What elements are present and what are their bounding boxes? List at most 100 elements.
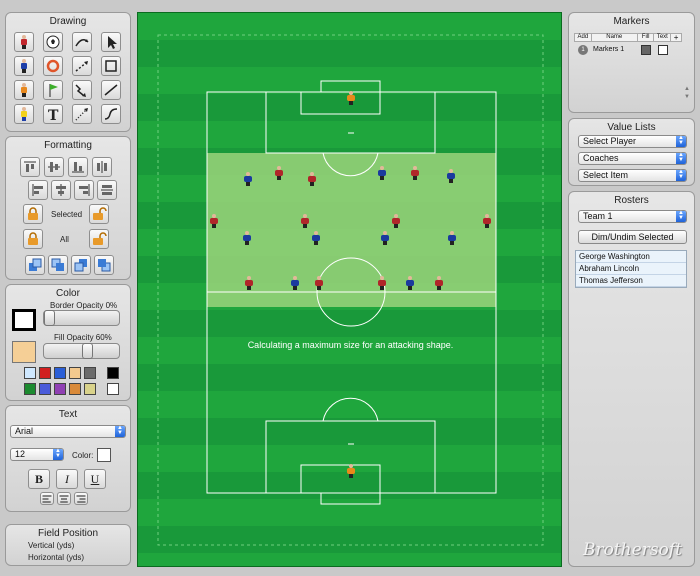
select-player-dropdown[interactable]: Select Player ▲ ▼ [578,135,687,148]
player-marker[interactable] [483,214,491,228]
player-marker[interactable] [244,172,252,186]
player-marker[interactable] [447,169,455,183]
player-marker[interactable] [378,276,386,290]
unlock-all-button[interactable] [89,229,109,249]
zigzag-arrow-tool[interactable] [72,80,92,100]
palette-color-swatch[interactable] [69,383,81,395]
palette-black-swatch[interactable] [107,367,119,379]
player-marker[interactable] [381,231,389,245]
roster-player-row[interactable]: Abraham Lincoln [576,263,686,275]
player-marker[interactable] [406,276,414,290]
player-marker[interactable] [378,166,386,180]
palette-color-swatch[interactable] [54,383,66,395]
lock-all-button[interactable] [23,229,43,249]
player-yellow-tool[interactable] [14,104,34,124]
add-marker-button[interactable]: + [671,34,681,42]
ball-tool[interactable] [43,32,63,52]
coaches-dropdown[interactable]: Coaches ▲ ▼ [578,152,687,165]
rectangle-tool[interactable] [101,56,121,76]
text-align-right-button[interactable] [74,492,88,505]
text-align-left-button[interactable] [40,492,54,505]
select-arrows-icon: ▲ ▼ [53,448,63,460]
unlock-selected-button[interactable] [89,204,109,224]
align-left-button[interactable] [28,180,48,200]
palette-color-swatch[interactable] [39,367,51,379]
font-size-select[interactable]: 12 ▲ ▼ [10,448,64,461]
distribute-vertical-button[interactable] [92,157,112,177]
align-bottom-button[interactable] [68,157,88,177]
player-blue-tool[interactable] [14,56,34,76]
line-tool[interactable] [101,80,121,100]
player-marker[interactable] [448,231,456,245]
player-marker[interactable] [291,276,299,290]
align-right-button[interactable] [74,180,94,200]
marker-text-swatch[interactable] [658,45,668,55]
align-top-button[interactable] [20,157,40,177]
marker-row[interactable]: 1 Markers 1 [574,44,682,57]
align-middle-button[interactable] [44,157,64,177]
team-dropdown[interactable]: Team 1 ▲ ▼ [578,210,687,223]
text-color-swatch[interactable] [97,448,111,462]
select-item-value: Select Item [583,170,629,180]
roster-player-row[interactable]: Thomas Jefferson [576,275,686,287]
border-opacity-knob[interactable] [44,310,55,326]
palette-color-swatch[interactable] [84,367,96,379]
soccer-field-canvas[interactable]: Calculating a maximum size for an attack… [137,12,562,567]
player-marker[interactable] [315,276,323,290]
horizontal-yds-label: Horizontal (yds) [28,553,85,562]
player-red-tool[interactable] [14,32,34,52]
bring-to-front-button[interactable] [25,255,45,275]
fill-opacity-slider[interactable] [43,343,120,359]
player-marker[interactable] [275,166,283,180]
player-marker[interactable] [312,231,320,245]
player-marker[interactable] [210,214,218,228]
scroll-up-icon[interactable]: ▲ [684,85,691,93]
lock-selected-button[interactable] [23,204,43,224]
player-marker[interactable] [411,166,419,180]
goalkeeper-marker[interactable] [347,464,355,478]
distribute-horizontal-button[interactable] [97,180,117,200]
player-marker[interactable] [245,276,253,290]
palette-color-swatch[interactable] [24,367,36,379]
cone-tool[interactable] [43,56,63,76]
border-color-swatch[interactable] [12,309,36,331]
marker-fill-swatch[interactable] [641,45,651,55]
send-backward-button[interactable] [71,255,91,275]
select-tool[interactable] [101,32,121,52]
curve-arrow-tool[interactable] [72,32,92,52]
player-marker[interactable] [308,172,316,186]
palette-color-swatch[interactable] [39,383,51,395]
bold-button[interactable]: B [28,469,50,489]
border-opacity-slider[interactable] [43,310,120,326]
player-marker[interactable] [243,231,251,245]
dashed-arrow-tool[interactable] [72,56,92,76]
font-select[interactable]: Arial ▲ ▼ [10,425,126,438]
markers-scrollbar[interactable]: ▲ ▼ [684,85,691,109]
palette-color-swatch[interactable] [54,367,66,379]
fill-opacity-knob[interactable] [82,343,94,359]
roster-player-row[interactable]: George Washington [576,251,686,263]
player-marker[interactable] [301,214,309,228]
goalkeeper-marker[interactable] [347,91,355,105]
dim-undim-selected-button[interactable]: Dim/Undim Selected [578,230,687,244]
scroll-down-icon[interactable]: ▼ [684,93,691,101]
player-orange-tool[interactable] [14,80,34,100]
dotted-arrow-tool[interactable] [72,104,92,124]
underline-button[interactable]: U [84,469,106,489]
freehand-tool[interactable] [101,104,121,124]
player-marker[interactable] [392,214,400,228]
flag-tool[interactable] [43,80,63,100]
palette-white-swatch[interactable] [107,383,119,395]
bring-forward-button[interactable] [48,255,68,275]
palette-color-swatch[interactable] [24,383,36,395]
send-to-back-button[interactable] [94,255,114,275]
palette-color-swatch[interactable] [84,383,96,395]
text-tool[interactable]: T [43,104,63,124]
align-center-button[interactable] [51,180,71,200]
select-item-dropdown[interactable]: Select Item ▲ ▼ [578,169,687,182]
palette-color-swatch[interactable] [69,367,81,379]
text-align-center-button[interactable] [57,492,71,505]
player-marker[interactable] [435,276,443,290]
fill-color-swatch[interactable] [12,341,36,363]
italic-button[interactable]: I [56,469,78,489]
